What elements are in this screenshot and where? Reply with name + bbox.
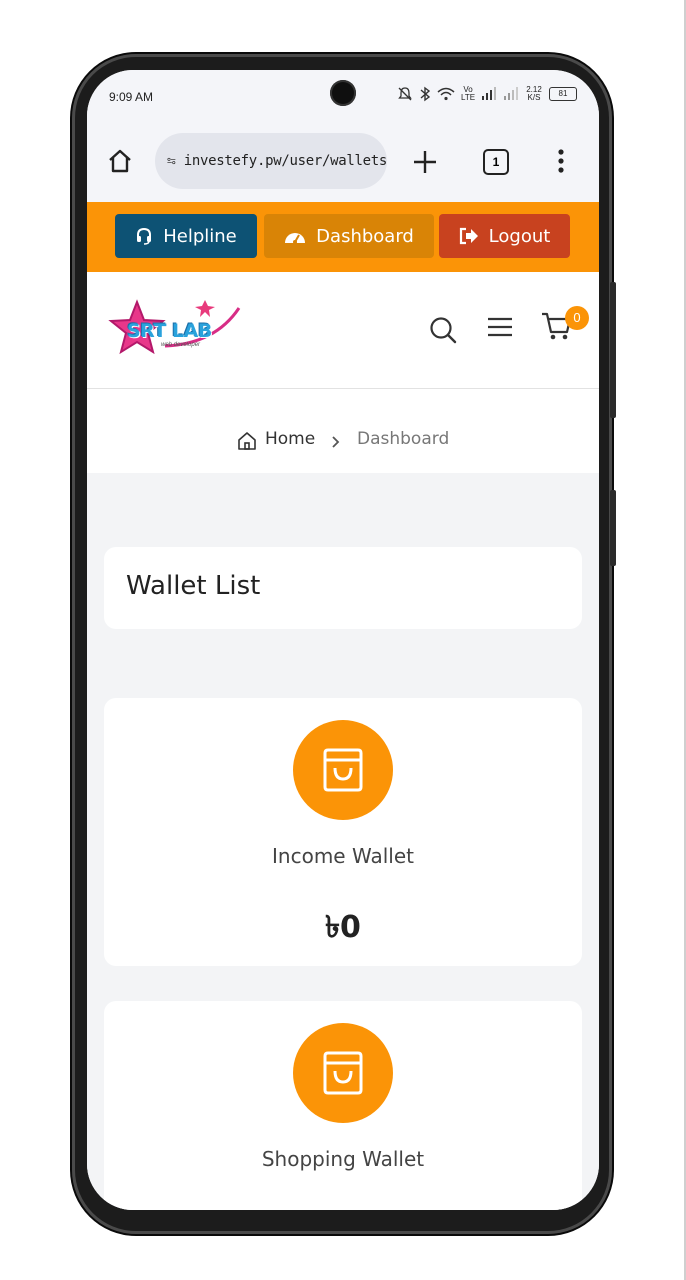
volte-label: Vo LTE	[461, 85, 476, 102]
site-logo[interactable]: SRT LAB web developer	[105, 294, 245, 364]
shopping-wallet-card[interactable]: Shopping Wallet	[104, 1001, 582, 1210]
shopping-bag-icon	[323, 748, 363, 792]
signal-icon	[482, 87, 496, 100]
wallet-label: Shopping Wallet	[261, 1147, 425, 1171]
status-time: 9:09 AM	[109, 90, 154, 104]
search-icon[interactable]	[429, 316, 457, 344]
wifi-icon	[437, 87, 455, 101]
main-content: Wallet List Income Wallet ৳0 Shopping Wa…	[87, 473, 599, 1210]
status-bar: 9:09 AM Vo LTE 2.12 K/S 81	[87, 70, 599, 126]
battery-level: 81	[558, 89, 568, 98]
logo-text: SRT LAB	[127, 320, 212, 342]
wallet-amount: ৳0	[325, 910, 361, 945]
speedometer-icon	[285, 233, 306, 244]
battery-icon: 81	[549, 87, 577, 101]
logo-subtext: web developer	[161, 342, 201, 348]
cart-count-badge: 0	[565, 306, 589, 330]
page-title: Wallet List	[126, 571, 261, 601]
breadcrumb-home[interactable]: Home	[265, 429, 315, 449]
breadcrumb-home-icon	[238, 432, 256, 450]
mute-bell-icon	[398, 87, 412, 101]
status-icons: Vo LTE 2.12 K/S 81	[397, 86, 577, 102]
url-text: investefy.pw/user/wallets	[183, 153, 388, 169]
dashboard-label: Dashboard	[316, 225, 414, 247]
income-wallet-card[interactable]: Income Wallet ৳0	[104, 698, 582, 966]
wallet-icon-circle	[293, 1023, 393, 1123]
sign-out-icon	[459, 227, 478, 245]
wallet-icon-circle	[293, 720, 393, 820]
browser-toolbar: investefy.pw/user/wallets 1	[87, 126, 599, 202]
network-speed: 2.12 K/S	[526, 85, 542, 102]
site-settings-icon[interactable]	[167, 152, 176, 170]
logout-button[interactable]: Logout	[439, 214, 570, 258]
screen: 9:09 AM Vo LTE 2.12 K/S 81 investefy.pw/…	[87, 70, 599, 1210]
more-menu-icon[interactable]	[557, 148, 565, 174]
logout-label: Logout	[488, 225, 551, 247]
front-camera	[330, 80, 356, 106]
headset-icon	[137, 227, 152, 245]
power-button	[610, 490, 616, 566]
wallet-list-header-card: Wallet List	[104, 547, 582, 629]
address-bar[interactable]: investefy.pw/user/wallets	[155, 133, 387, 189]
volume-button	[610, 282, 616, 418]
home-icon[interactable]	[107, 148, 133, 174]
menu-icon[interactable]	[487, 316, 513, 338]
dashboard-button[interactable]: Dashboard	[264, 214, 434, 258]
chevron-right-icon	[332, 436, 340, 448]
wallet-label: Income Wallet	[272, 844, 414, 868]
site-header: SRT LAB web developer 0	[87, 272, 599, 389]
top-action-bar: Helpline Dashboard Logout	[87, 202, 599, 272]
breadcrumb-current: Dashboard	[357, 429, 450, 449]
tab-switcher-button[interactable]: 1	[483, 149, 509, 175]
helpline-label: Helpline	[163, 225, 237, 247]
bluetooth-icon	[420, 86, 431, 102]
helpline-button[interactable]: Helpline	[115, 214, 257, 258]
new-tab-icon[interactable]	[413, 150, 437, 174]
breadcrumb: Home Dashboard	[87, 389, 599, 473]
shopping-bag-icon	[323, 1051, 363, 1095]
signal-icon-2	[504, 87, 518, 100]
